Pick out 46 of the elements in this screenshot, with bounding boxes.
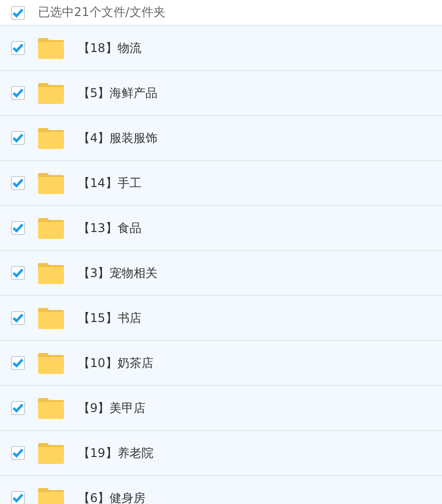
checkbox[interactable] bbox=[11, 221, 25, 235]
folder-name[interactable]: 【5】海鲜产品 bbox=[78, 84, 158, 102]
folder-icon bbox=[38, 308, 64, 328]
folder-name[interactable]: 【14】手工 bbox=[78, 174, 142, 192]
folder-row[interactable]: 【6】健身房 bbox=[0, 475, 442, 504]
folder-row[interactable]: 【13】食品 bbox=[0, 205, 442, 250]
checkbox[interactable] bbox=[11, 311, 25, 325]
folder-row[interactable]: 【18】物流 bbox=[0, 25, 442, 70]
checkbox[interactable] bbox=[11, 176, 25, 190]
folder-name[interactable]: 【13】食品 bbox=[78, 220, 142, 236]
checkbox[interactable] bbox=[11, 131, 25, 145]
checkbox[interactable] bbox=[11, 356, 25, 370]
folder-name[interactable]: 【9】美甲店 bbox=[78, 400, 146, 416]
folder-icon bbox=[38, 442, 64, 464]
folder-name[interactable]: 【18】物流 bbox=[78, 40, 142, 56]
folder-row[interactable]: 【9】美甲店 bbox=[0, 385, 442, 430]
folder-row[interactable]: 【14】手工 bbox=[0, 160, 442, 205]
folder-icon bbox=[38, 38, 64, 58]
folder-name[interactable]: 【10】奶茶店 bbox=[78, 354, 154, 372]
folder-icon bbox=[38, 262, 64, 284]
checkbox[interactable] bbox=[11, 446, 25, 460]
folder-name[interactable]: 【3】宠物相关 bbox=[78, 264, 158, 282]
folder-name[interactable]: 【4】服装服饰 bbox=[78, 130, 158, 146]
folder-row[interactable]: 【4】服装服饰 bbox=[0, 115, 442, 160]
folder-icon bbox=[38, 172, 64, 194]
folder-icon bbox=[38, 218, 64, 238]
checkbox[interactable] bbox=[11, 491, 25, 504]
folder-icon bbox=[38, 128, 64, 148]
folder-name[interactable]: 【15】书店 bbox=[78, 310, 142, 326]
folder-name[interactable]: 【19】养老院 bbox=[78, 444, 154, 462]
checkbox[interactable] bbox=[11, 41, 25, 55]
selection-count: 已选中21个文件/文件夹 bbox=[38, 4, 166, 21]
checkbox[interactable] bbox=[11, 86, 25, 100]
folder-row[interactable]: 【5】海鲜产品 bbox=[0, 70, 442, 115]
folder-row[interactable]: 【19】养老院 bbox=[0, 430, 442, 475]
checkbox[interactable] bbox=[11, 266, 25, 280]
checkbox[interactable] bbox=[11, 6, 25, 20]
folder-icon bbox=[38, 82, 64, 104]
checkbox[interactable] bbox=[11, 401, 25, 415]
folder-row[interactable]: 【10】奶茶店 bbox=[0, 340, 442, 385]
folder-name[interactable]: 【6】健身房 bbox=[78, 490, 146, 504]
folder-icon bbox=[38, 488, 64, 504]
folder-icon bbox=[38, 398, 64, 418]
folder-row[interactable]: 【3】宠物相关 bbox=[0, 250, 442, 295]
folder-row[interactable]: 【15】书店 bbox=[0, 295, 442, 340]
folder-icon bbox=[38, 352, 64, 374]
